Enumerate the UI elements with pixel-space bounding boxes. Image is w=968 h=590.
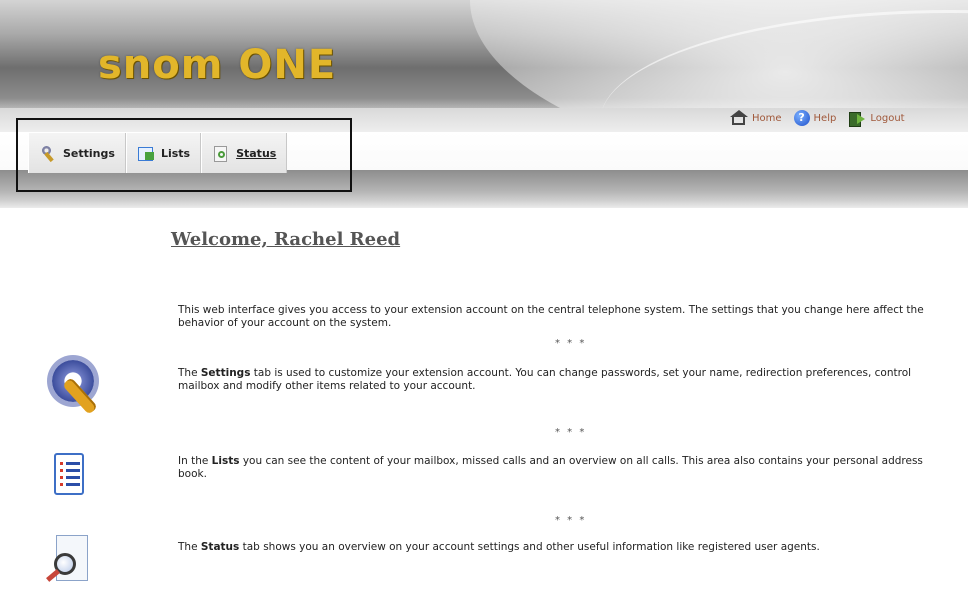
home-link[interactable]: Home [730,110,782,126]
help-link-label: Help [813,112,837,124]
settings-description: The Settings tab is used to customize yo… [178,367,950,393]
status-desc-pre: The [178,541,201,553]
status-magnifier-icon [46,535,92,587]
lists-desc-pre: In the [178,455,212,467]
intro-text: This web interface gives you access to y… [178,304,924,329]
settings-desc-bold: Settings [200,367,251,379]
main-content: Welcome, Rachel Reed This web interface … [0,208,968,590]
help-link[interactable]: ? Help [793,110,837,126]
status-desc-post: tab shows you an overview on your accoun… [239,541,820,553]
separator: * * * [555,338,587,349]
logout-link-label: Logout [870,112,905,124]
logout-link[interactable]: Logout [848,110,905,127]
welcome-heading: Welcome, Rachel Reed [171,229,401,250]
settings-desc-post: tab is used to customize your extension … [178,367,912,392]
status-desc-bold: Status [200,541,240,553]
help-icon: ? [793,110,810,126]
status-description: The Status tab shows you an overview on … [178,541,950,554]
home-link-label: Home [752,112,782,124]
top-links: Home ? Help Logout [730,108,911,128]
tabs-highlight-box [16,118,352,192]
logout-icon [848,110,866,127]
settings-gear-icon [48,354,110,416]
lists-desc-bold: Lists [211,455,240,467]
snom-one-logo: snom ONE [98,42,337,88]
lists-desc-post: you can see the content of your mailbox,… [178,455,923,480]
lists-document-icon [54,453,84,495]
settings-desc-pre: The [178,367,201,379]
lists-description: In the Lists you can see the content of … [178,455,950,481]
header-banner: snom ONE Home ? Help Logout [0,0,968,136]
home-icon [730,110,748,126]
separator: * * * [555,427,587,438]
separator: * * * [555,515,587,526]
